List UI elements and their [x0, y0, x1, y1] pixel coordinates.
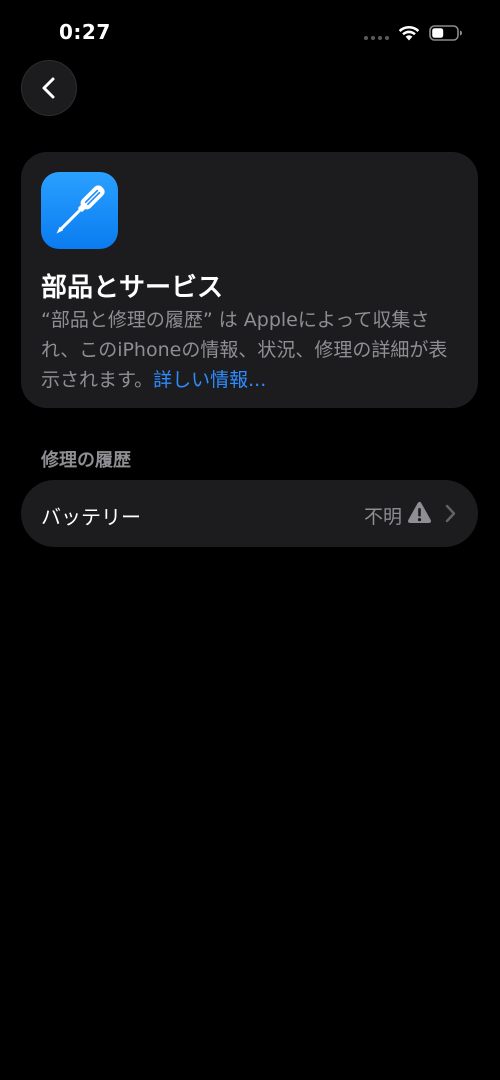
chevron-right-icon: [445, 504, 456, 523]
battery-row-label: バッテリー: [41, 505, 141, 529]
wifi-icon: [398, 25, 420, 41]
parts-and-service-card: 部品とサービス “部品と修理の履歴” は Appleによって収集され、このiPh…: [21, 152, 478, 408]
repair-history-section-title: 修理の履歴: [41, 450, 131, 471]
status-bar: 0:27: [0, 0, 500, 60]
cellular-signal-icon: [364, 36, 392, 42]
back-button[interactable]: [21, 60, 77, 116]
chevron-left-icon: [42, 77, 55, 99]
battery-icon: [429, 25, 462, 41]
status-time: 0:27: [59, 20, 111, 44]
card-title: 部品とサービス: [41, 273, 224, 303]
battery-row[interactable]: バッテリー 不明: [21, 480, 478, 547]
warning-icon: [408, 501, 431, 523]
screwdriver-icon: [56, 185, 105, 234]
learn-more-link[interactable]: 詳しい情報...: [153, 369, 266, 391]
card-description: “部品と修理の履歴” は Appleによって収集され、このiPhoneの情報、状…: [41, 305, 461, 395]
parts-service-app-icon: [41, 172, 118, 249]
battery-status-value: 不明: [363, 506, 402, 528]
